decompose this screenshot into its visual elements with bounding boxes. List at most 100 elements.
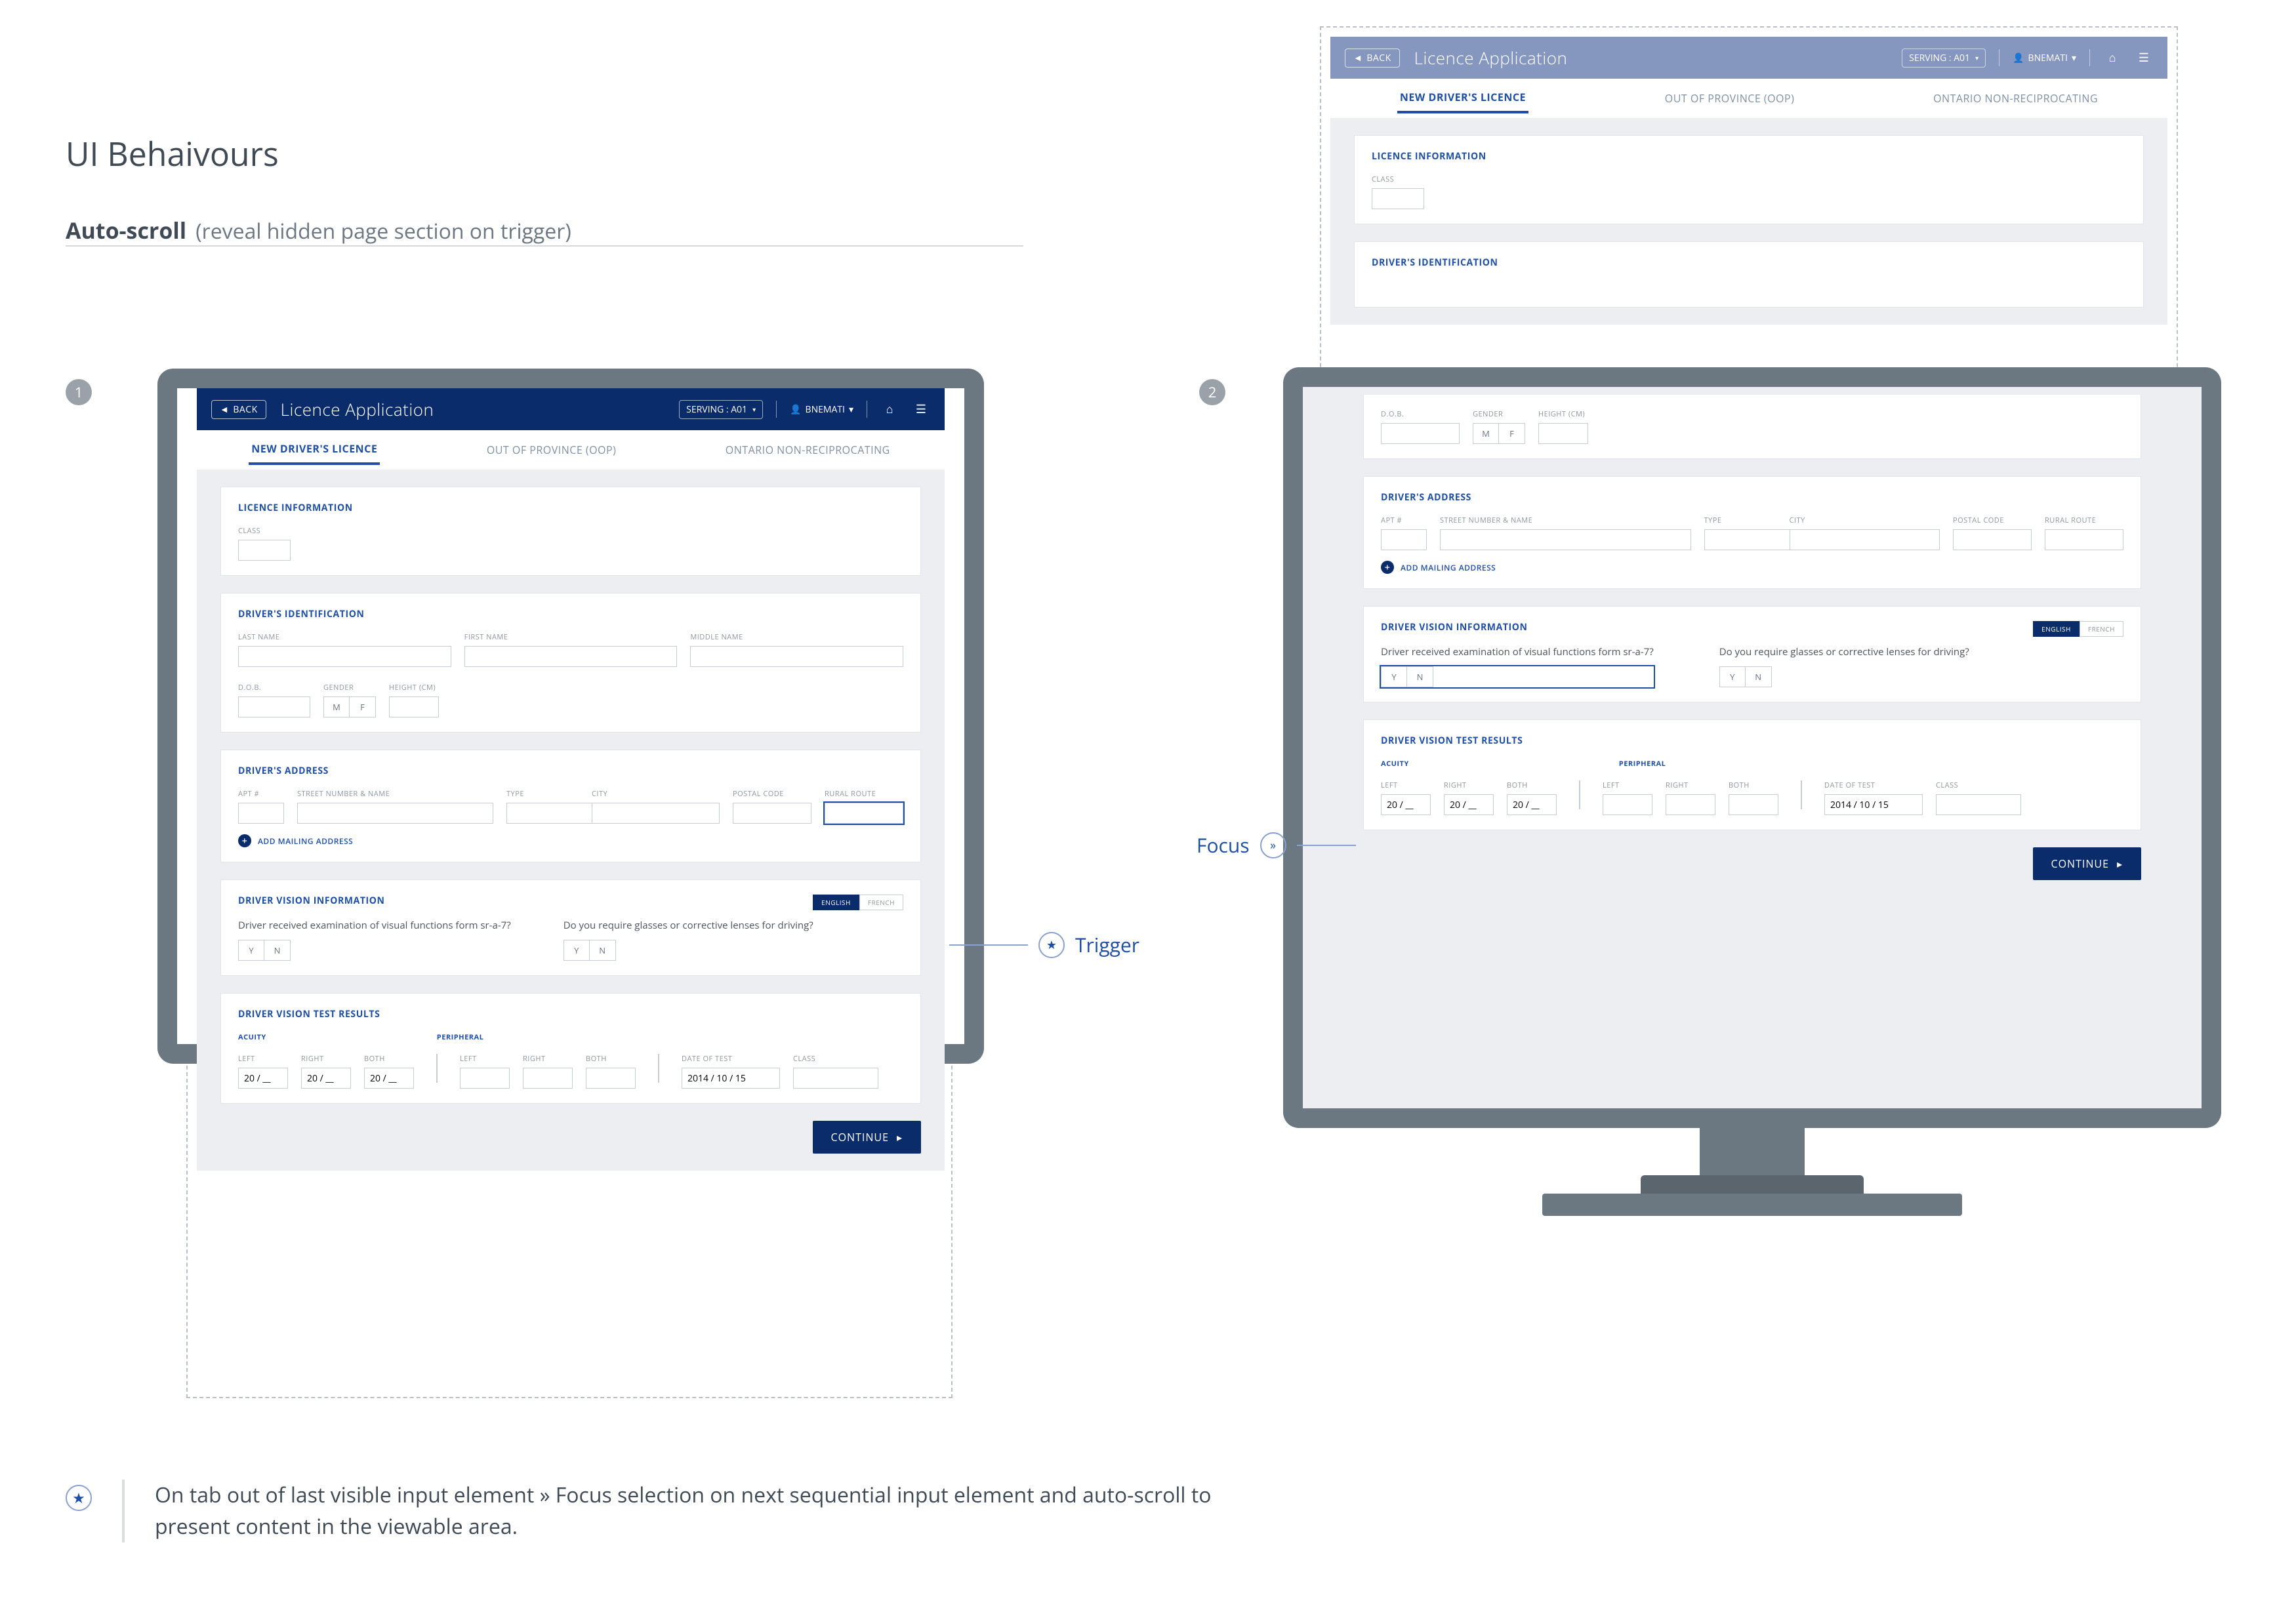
app-2-main: D.O.B. GENDER M F HEIGHT (CM) [1303,387,2202,1108]
language-toggle[interactable]: ENGLISH FRENCH [813,895,903,910]
gender-f[interactable]: F [350,696,376,717]
app-bar-faded: ◄ BACK Licence Application SERVING : A01… [1330,37,2167,79]
gender-m[interactable]: M [323,696,350,717]
user-menu[interactable]: 👤BNEMATI▾ [2013,52,2076,64]
lang-en[interactable]: ENGLISH [813,895,859,910]
card-vision-results: DRIVER VISION TEST RESULTS ACUITY PERIPH… [1363,719,2141,830]
date-of-test-input[interactable] [682,1068,780,1089]
q2-toggle[interactable]: Y N [1719,666,1969,687]
chevron-right-icon: ▸ [897,1130,903,1144]
street-input[interactable] [297,803,493,824]
language-toggle[interactable]: ENGLISH FRENCH [2033,621,2123,637]
card-heading: DRIVER VISION INFORMATION [1381,621,2123,634]
q2-toggle[interactable]: Y N [564,940,813,961]
height-input[interactable] [389,696,439,717]
city-input[interactable] [592,803,720,824]
dob-input[interactable] [238,696,310,717]
page-title: UI Behaivours [66,131,1050,176]
periph-both-input[interactable] [1729,794,1778,815]
menu-button[interactable]: ☰ [912,400,930,418]
chevron-double-icon: » [1260,832,1286,858]
tab-oop[interactable]: OUT OF PROVINCE (OOP) [484,436,619,464]
caret-down-icon: ▾ [1975,53,1978,62]
first-name-input[interactable] [464,646,678,667]
card-heading: DRIVER'S IDENTIFICATION [1372,256,2126,269]
plus-icon: + [238,834,251,847]
card-identification-btm: D.O.B. GENDER M F HEIGHT (CM) [1363,395,2141,459]
back-button[interactable]: ◄ BACK [211,400,266,419]
back-arrow-icon: ◄ [220,403,229,416]
postal-input[interactable] [1953,529,2032,550]
middle-name-input[interactable] [690,646,903,667]
vision-q2: Do you require glasses or corrective len… [564,919,813,932]
periph-left-input[interactable] [1603,794,1652,815]
periph-right-input[interactable] [1666,794,1715,815]
card-vision-info: ENGLISH FRENCH DRIVER VISION INFORMATION… [220,879,921,976]
card-address: DRIVER'S ADDRESS APT # STREET NUMBER & N… [1363,476,2141,589]
footnote: ★ On tab out of last visible input eleme… [66,1480,1270,1542]
acuity-left-input[interactable] [1381,794,1431,815]
tab-non-recip[interactable]: ONTARIO NON-RECIPROCATING [723,436,893,464]
focus-callout: Focus » [1197,832,1356,858]
dob-input[interactable] [1381,423,1460,444]
plus-icon: + [1381,561,1394,574]
class-input[interactable] [1372,188,1424,209]
acuity-left-input[interactable] [238,1068,288,1089]
q1-toggle[interactable]: Y N [238,940,511,961]
postal-input[interactable] [733,803,811,824]
height-input[interactable] [1538,423,1588,444]
last-name-input[interactable] [238,646,451,667]
step-badge-1: 1 [66,379,92,405]
caret-down-icon: ▾ [2072,52,2076,64]
menu-button[interactable]: ☰ [2135,49,2153,67]
apt-input[interactable] [238,803,284,824]
apt-input[interactable] [1381,529,1427,550]
gender-toggle[interactable]: M F [323,696,376,717]
acuity-both-input[interactable] [1507,794,1557,815]
card-licence-info: LICENCE INFORMATION CLASS [220,487,921,576]
home-button[interactable]: ⌂ [880,400,899,418]
date-of-test-input[interactable] [1824,794,1923,815]
home-button[interactable]: ⌂ [2103,49,2122,67]
vision-q1: Driver received examination of visual fu… [238,919,511,932]
result-class-input[interactable] [1936,794,2021,815]
tab-new-licence[interactable]: NEW DRIVER'S LICENCE [249,435,380,465]
periph-right-input[interactable] [523,1068,573,1089]
street-input[interactable] [1440,529,1691,550]
continue-button[interactable]: CONTINUE▸ [2033,847,2141,880]
card-address: DRIVER'S ADDRESS APT # STREET NUMBER & N… [220,750,921,862]
acuity-right-input[interactable] [301,1068,351,1089]
serving-selector[interactable]: SERVING : A01▾ [679,400,763,419]
gender-toggle[interactable]: M F [1473,423,1525,444]
acuity-both-input[interactable] [364,1068,414,1089]
rural-input[interactable] [825,803,903,824]
continue-button[interactable]: CONTINUE▸ [813,1121,921,1154]
q1-toggle[interactable]: Y N [1381,666,1654,687]
user-menu[interactable]: 👤 BNEMATI ▾ [790,403,853,416]
card-heading: LICENCE INFORMATION [238,502,903,514]
tab-oop[interactable]: OUT OF PROVINCE (OOP) [1662,85,1797,112]
card-heading: LICENCE INFORMATION [1372,150,2126,163]
add-mailing-link[interactable]: + ADD MAILING ADDRESS [238,834,903,847]
result-class-input[interactable] [793,1068,878,1089]
lang-fr[interactable]: FRENCH [859,895,903,910]
periph-left-input[interactable] [460,1068,510,1089]
tabs: NEW DRIVER'S LICENCE OUT OF PROVINCE (OO… [1330,79,2167,118]
add-mailing-link[interactable]: + ADD MAILING ADDRESS [1381,561,2123,574]
rural-input[interactable] [2045,529,2123,550]
periph-both-input[interactable] [586,1068,636,1089]
tab-non-recip[interactable]: ONTARIO NON-RECIPROCATING [1931,85,2101,112]
home-icon: ⌂ [2109,50,2116,66]
serving-selector[interactable]: SERVING : A01▾ [1902,49,1986,68]
card-heading: DRIVER'S IDENTIFICATION [238,608,903,620]
chevron-right-icon: ▸ [2117,856,2123,871]
city-input[interactable] [1790,529,1940,550]
vision-q2: Do you require glasses or corrective len… [1719,645,1969,658]
step-badge-2: 2 [1199,379,1225,405]
acuity-right-input[interactable] [1444,794,1494,815]
back-button[interactable]: ◄ BACK [1345,49,1400,68]
card-identification-top: DRIVER'S IDENTIFICATION [1354,241,2144,308]
tab-new-licence[interactable]: NEW DRIVER'S LICENCE [1397,83,1528,113]
monitor-2: D.O.B. GENDER M F HEIGHT (CM) [1283,367,2221,1216]
class-input[interactable] [238,540,291,561]
